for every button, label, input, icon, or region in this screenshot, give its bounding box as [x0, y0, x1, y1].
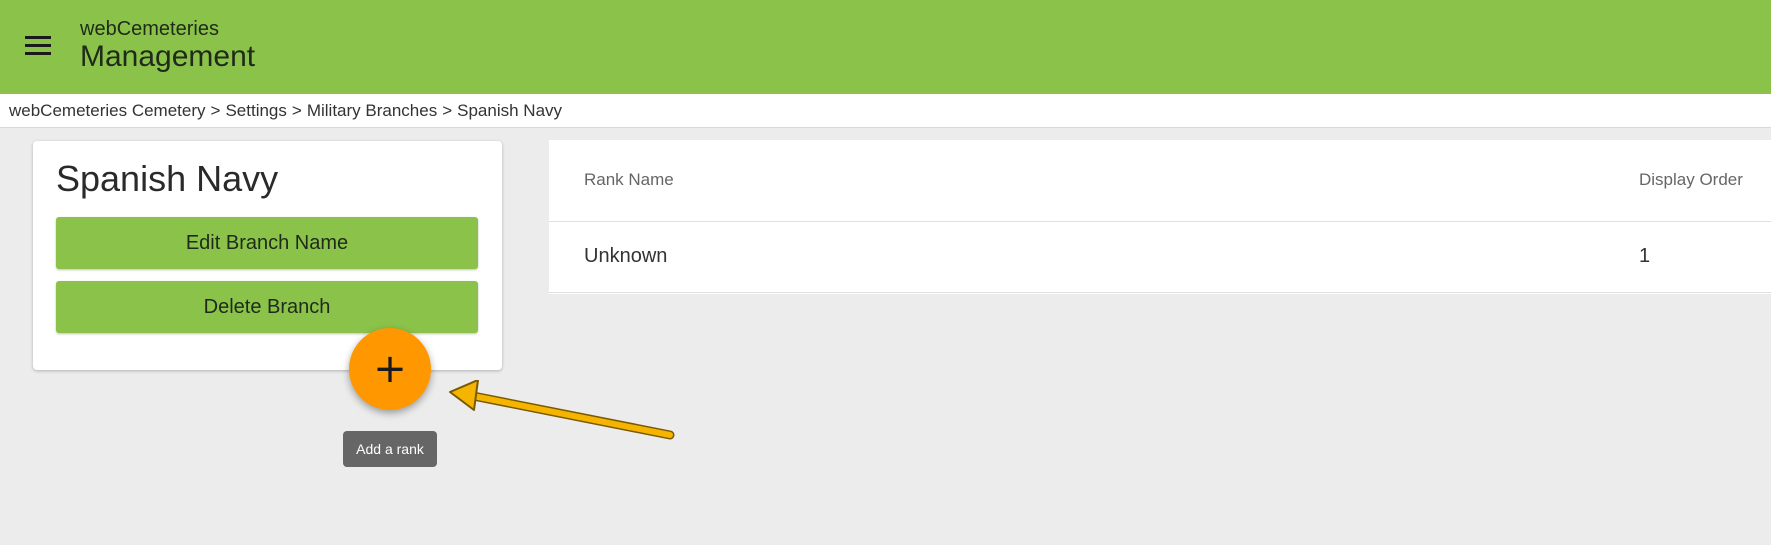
rank-table: Rank Name Display Order Unknown 1: [549, 140, 1771, 294]
rank-name-cell: Unknown: [584, 245, 668, 267]
column-header-rank-name[interactable]: Rank Name: [584, 170, 674, 190]
app-name: webCemeteries: [80, 18, 219, 40]
column-header-display-order[interactable]: Display Order: [1639, 170, 1743, 190]
breadcrumb-bar: webCemeteries Cemetery > Settings > Military…: [0, 94, 1771, 128]
arrow-annotation-icon: [449, 380, 675, 440]
breadcrumb: webCemeteries Cemetery > Settings > Military…: [9, 101, 562, 121]
display-order-cell: 1: [1639, 245, 1651, 267]
plus-icon: +: [373, 346, 407, 392]
add-rank-button[interactable]: +: [349, 328, 431, 410]
breadcrumb-item-current: Spanish Navy: [457, 101, 563, 120]
app-bar: webCemeteries Management: [0, 0, 1771, 94]
breadcrumb-separator: >: [442, 101, 453, 120]
branch-title: Spanish Navy: [56, 158, 279, 199]
breadcrumb-separator: >: [291, 101, 302, 120]
hamburger-menu-icon[interactable]: [20, 34, 56, 60]
main-content: Spanish Navy Edit Branch Name Delete Bra…: [0, 128, 1771, 545]
table-header: Rank Name Display Order: [549, 140, 1771, 222]
breadcrumb-item-military-branches[interactable]: Military Branches: [307, 101, 437, 120]
breadcrumb-item-settings[interactable]: Settings: [225, 101, 286, 120]
breadcrumb-separator: >: [210, 101, 221, 120]
page-section-title: Management: [80, 40, 256, 73]
breadcrumb-item-cemetery[interactable]: webCemeteries Cemetery: [9, 101, 206, 120]
edit-branch-name-button[interactable]: Edit Branch Name: [56, 217, 478, 269]
branch-card: Spanish Navy Edit Branch Name Delete Bra…: [33, 141, 502, 370]
delete-branch-button[interactable]: Delete Branch: [56, 281, 478, 333]
table-row[interactable]: Unknown 1: [549, 222, 1771, 293]
add-rank-tooltip: Add a rank: [343, 431, 437, 467]
